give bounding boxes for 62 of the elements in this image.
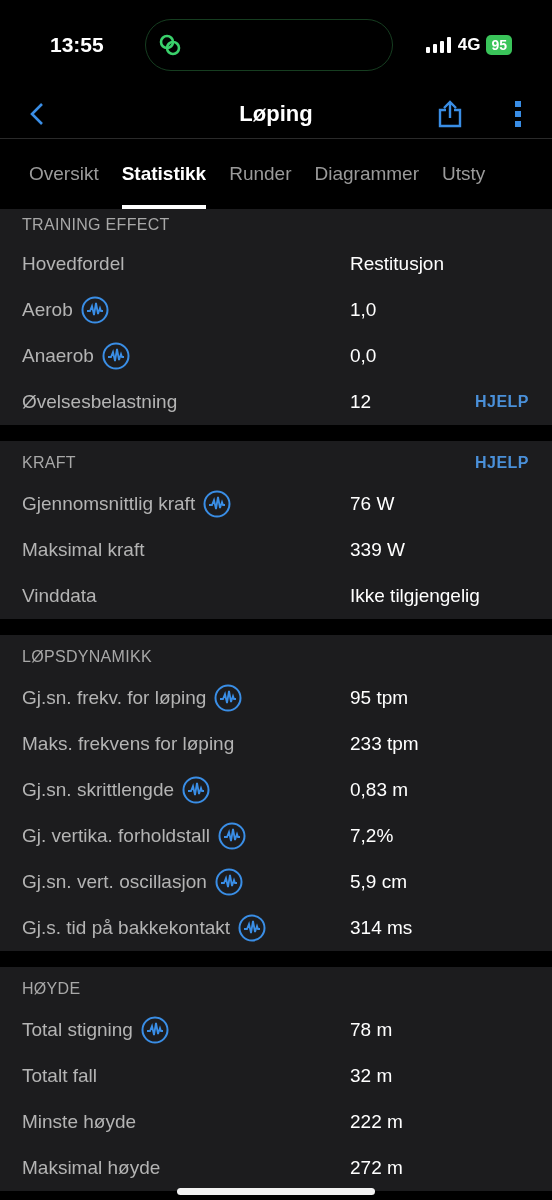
tab[interactable]: Diagrammer — [314, 139, 420, 209]
battery-level: 95 — [486, 35, 512, 55]
back-icon[interactable] — [30, 102, 44, 126]
pulse-chart-icon[interactable] — [217, 822, 246, 850]
stat-label: Gj.sn. frekv. for løping — [22, 687, 207, 709]
stat-value: 233 tpm — [350, 733, 419, 755]
stat-value: 1,0 — [350, 299, 377, 321]
share-icon[interactable] — [438, 100, 462, 128]
help-link[interactable]: HJELP — [474, 454, 529, 472]
stat-value: 76 W — [350, 493, 395, 515]
status-time: 13:55 — [50, 33, 105, 57]
pulse-chart-icon[interactable] — [140, 1016, 169, 1044]
page-title: Løping — [239, 101, 313, 127]
section-title: TRAINING EFFECT — [22, 216, 170, 234]
stat-label: Maksimal kraft — [22, 539, 145, 561]
stat-value: 314 ms — [350, 917, 413, 939]
section-title: KRAFT — [22, 454, 76, 472]
stat-value: Ikke tilgjengelig — [350, 585, 480, 607]
stat-label: Totalt fall — [22, 1065, 97, 1087]
stat-value: 0,0 — [350, 345, 377, 367]
stat-label: Maks. frekvens for løping — [22, 733, 235, 755]
help-link[interactable]: HJELP — [474, 393, 529, 411]
tab[interactable]: Runder — [229, 139, 292, 209]
stat-value: 7,2% — [350, 825, 394, 847]
stat-label: Minste høyde — [22, 1111, 137, 1133]
stat-value: 5,9 cm — [350, 871, 408, 893]
tab[interactable]: Utsty — [442, 139, 486, 209]
stat-label: Gjennomsnittlig kraft — [22, 493, 196, 515]
stat-label: Øvelsesbelastning — [22, 391, 178, 413]
pulse-chart-icon[interactable] — [214, 684, 243, 712]
section-title: HØYDE — [22, 980, 81, 998]
stat-value: 78 m — [350, 1019, 393, 1041]
stat-value: 222 m — [350, 1111, 403, 1133]
stat-label: Gj.s. tid på bakkekontakt — [22, 917, 231, 939]
pulse-chart-icon[interactable] — [214, 868, 243, 896]
pulse-chart-icon[interactable] — [101, 342, 130, 370]
stat-value: Restitusjon — [350, 253, 444, 275]
pulse-chart-icon[interactable] — [182, 776, 211, 804]
stat-label: Total stigning — [22, 1019, 133, 1041]
tab[interactable]: Oversikt — [29, 139, 99, 209]
stat-value: 32 m — [350, 1065, 393, 1087]
stat-label: Hovedfordel — [22, 253, 125, 275]
stat-value: 272 m — [350, 1157, 403, 1179]
stat-value: 339 W — [350, 539, 405, 561]
linked-rings-icon — [158, 33, 182, 57]
pulse-chart-icon[interactable] — [203, 490, 232, 518]
section-title: LØPSDYNAMIKK — [22, 648, 152, 666]
signal-icon — [425, 37, 452, 53]
stat-label: Aerob — [22, 299, 73, 321]
pulse-chart-icon[interactable] — [80, 296, 109, 324]
pulse-chart-icon[interactable] — [238, 914, 267, 942]
stat-value: 95 tpm — [350, 687, 409, 709]
stat-value: 0,83 m — [350, 779, 409, 801]
stat-value: 12 — [350, 391, 372, 413]
stat-label: Anaerob — [22, 345, 94, 367]
network-label: 4G — [457, 35, 481, 55]
stat-label: Maksimal høyde — [22, 1157, 161, 1179]
stat-label: Vinddata — [22, 585, 97, 607]
more-icon[interactable] — [514, 101, 522, 127]
stat-label: Gj.sn. skrittlengde — [22, 779, 175, 801]
stat-label: Gj.sn. vert. oscillasjon — [22, 871, 207, 893]
stat-label: Gj. vertika. forholdstall — [22, 825, 210, 847]
